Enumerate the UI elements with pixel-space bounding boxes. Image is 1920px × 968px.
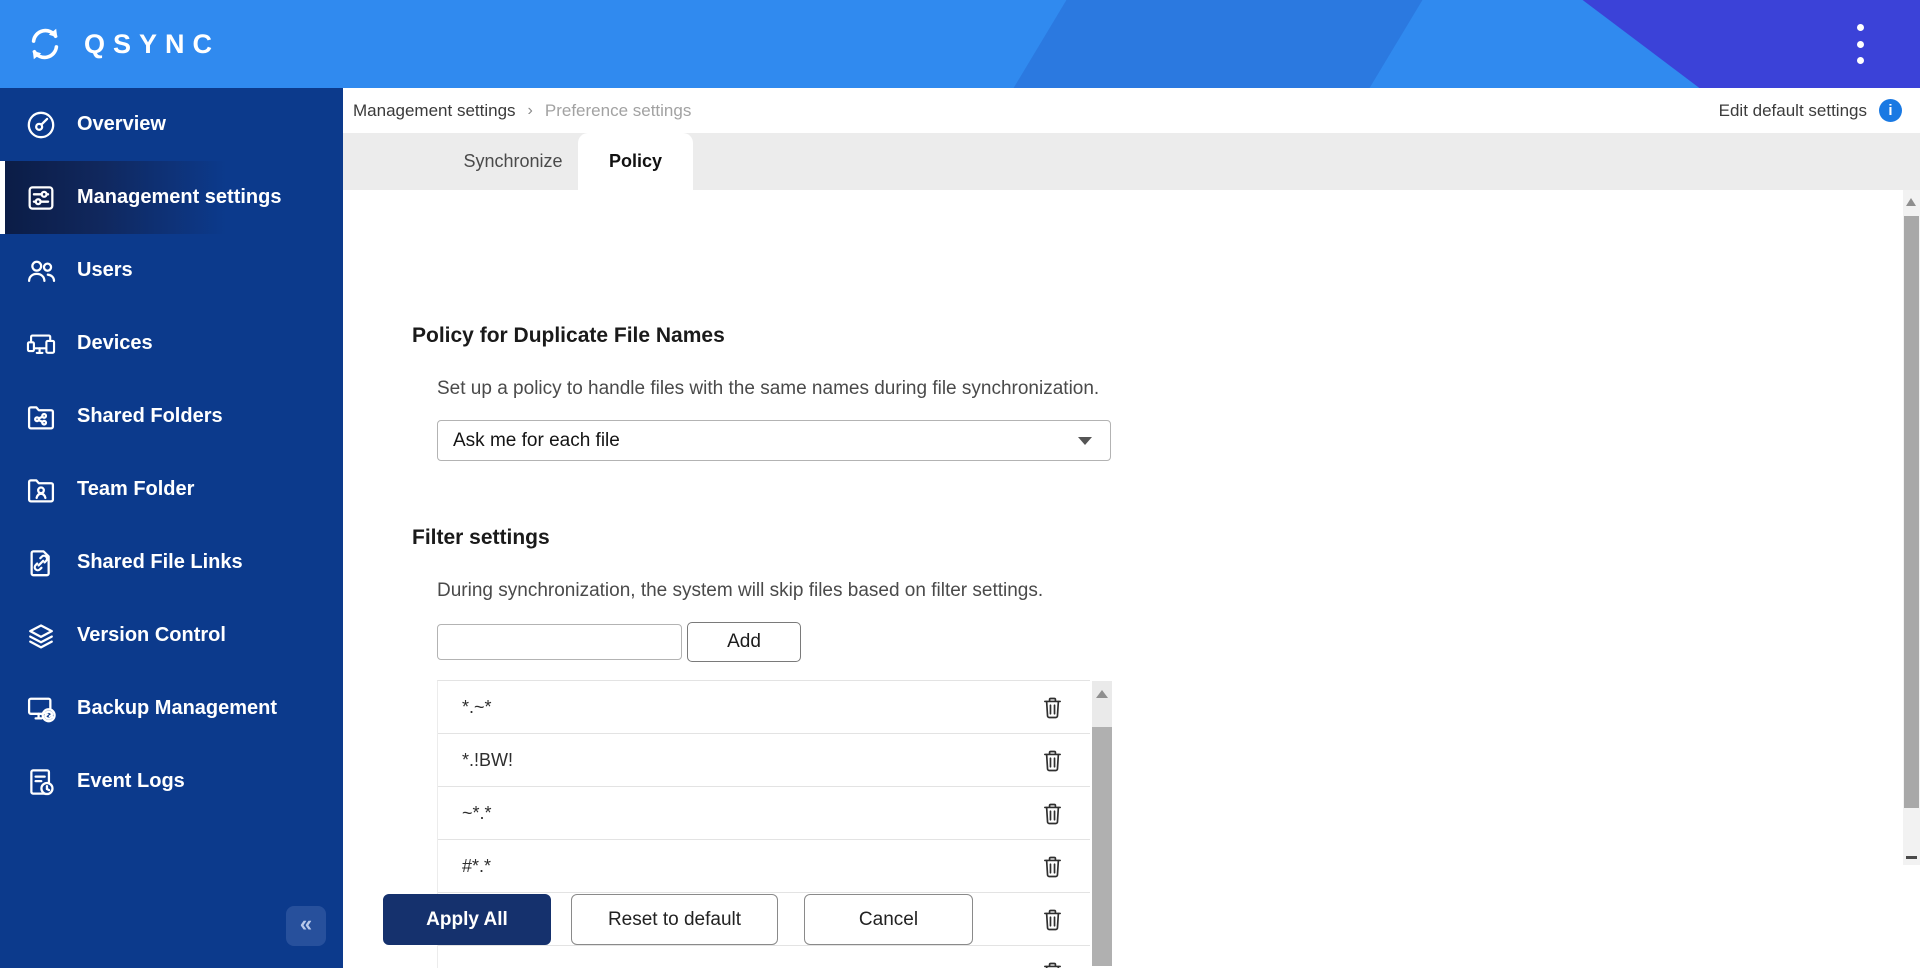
filter-settings-description: During synchronization, the system will … [437, 580, 1044, 601]
delete-filter-button[interactable] [1039, 747, 1066, 774]
scroll-up-icon[interactable] [1096, 690, 1108, 698]
layers-icon [24, 619, 58, 653]
cancel-button[interactable]: Cancel [804, 894, 973, 945]
sidebar-item-label: Users [77, 259, 133, 281]
qsync-window: QSYNC Overview Management settings Users… [0, 0, 1920, 968]
sidebar-item-overview[interactable]: Overview [0, 88, 343, 161]
info-icon[interactable]: i [1879, 99, 1902, 122]
breadcrumb-preference-settings: Preference settings [544, 100, 692, 120]
event-log-icon [24, 765, 58, 799]
page-scrollbar-thumb[interactable] [1904, 216, 1919, 808]
shared-folder-icon [24, 400, 58, 434]
sidebar-item-label: Version Control [77, 624, 226, 646]
app-logo: QSYNC [26, 0, 220, 88]
sidebar-collapse-button[interactable]: « [286, 906, 326, 946]
filter-row: *.!BW! [438, 734, 1090, 787]
gauge-icon [24, 108, 58, 142]
edit-default-settings-link[interactable]: Edit default settings [1719, 101, 1867, 121]
sidebar-item-label: Shared File Links [77, 551, 243, 573]
kebab-menu-button[interactable] [1850, 24, 1870, 64]
filter-row: ~*.* [438, 787, 1090, 840]
chevron-down-icon [1078, 436, 1092, 445]
duplicate-policy-title: Policy for Duplicate File Names [412, 324, 725, 347]
reset-to-default-button[interactable]: Reset to default [571, 894, 778, 945]
team-folder-icon [24, 473, 58, 507]
sidebar: Overview Management settings Users Devic… [0, 88, 343, 968]
filter-pattern: *.!BW! [462, 749, 514, 770]
filter-pattern: *.~* [462, 696, 492, 717]
sidebar-item-management-settings[interactable]: Management settings [0, 161, 343, 234]
apply-all-button[interactable]: Apply All [383, 894, 551, 945]
users-icon [24, 254, 58, 288]
main-panel: Management settings › Preference setting… [343, 88, 1920, 968]
sidebar-item-label: Management settings [77, 186, 282, 208]
sliders-icon [24, 181, 58, 215]
sidebar-item-label: Team Folder [77, 478, 195, 500]
delete-filter-button[interactable] [1039, 694, 1066, 721]
tab-bar: Synchronize Policy [343, 133, 1920, 190]
sidebar-item-shared-file-links[interactable]: Shared File Links [0, 526, 343, 599]
sidebar-item-label: Backup Management [77, 697, 278, 719]
breadcrumb-bar: Management settings › Preference setting… [343, 88, 1920, 133]
file-link-icon [24, 546, 58, 580]
filter-pattern-input[interactable] [437, 624, 682, 660]
filter-settings-title: Filter settings [412, 526, 550, 549]
scrollbar-end-mark [1906, 856, 1917, 859]
sidebar-item-label: Overview [77, 113, 166, 135]
sidebar-item-event-logs[interactable]: Event Logs [0, 745, 343, 818]
devices-icon [24, 327, 58, 361]
policy-tab-content: Policy for Duplicate File Names Set up a… [343, 190, 1920, 968]
filter-row: #*.* [438, 840, 1090, 893]
delete-filter-button[interactable] [1039, 800, 1066, 827]
sidebar-item-version-control[interactable]: Version Control [0, 599, 343, 672]
chevron-right-icon: › [527, 101, 533, 119]
app-title: QSYNC [84, 28, 221, 59]
filter-pattern: ~*.* [462, 802, 492, 823]
breadcrumb-management-settings[interactable]: Management settings [353, 101, 516, 121]
tab-policy[interactable]: Policy [578, 133, 693, 190]
sidebar-item-devices[interactable]: Devices [0, 307, 343, 380]
sidebar-item-label: Event Logs [77, 770, 185, 792]
filter-list-scrollbar[interactable] [1092, 681, 1112, 966]
sidebar-item-shared-folders[interactable]: Shared Folders [0, 380, 343, 453]
scroll-up-icon[interactable] [1906, 198, 1916, 206]
delete-filter-button[interactable] [1039, 853, 1066, 880]
filter-row: *.~* [438, 681, 1090, 734]
breadcrumb: Management settings › Preference setting… [343, 101, 691, 121]
duplicate-policy-description: Set up a policy to handle files with the… [437, 378, 1100, 399]
duplicate-policy-dropdown[interactable]: Ask me for each file [437, 420, 1111, 461]
filter-pattern: #*.* [462, 855, 492, 876]
dropdown-selected-value: Ask me for each file [453, 429, 620, 451]
page-scrollbar[interactable] [1903, 190, 1920, 865]
sync-logo-icon [26, 25, 64, 63]
sidebar-item-backup-management[interactable]: Backup Management [0, 672, 343, 745]
sidebar-item-team-folder[interactable]: Team Folder [0, 453, 343, 526]
footer-buttons: Apply All Reset to default Cancel [383, 894, 973, 945]
delete-filter-button[interactable] [1039, 959, 1066, 968]
delete-filter-button[interactable] [1039, 906, 1066, 933]
filter-list-scrollbar-thumb[interactable] [1092, 727, 1112, 966]
sidebar-item-users[interactable]: Users [0, 234, 343, 307]
add-filter-button[interactable]: Add [687, 622, 801, 662]
filter-row-partial [438, 946, 1090, 968]
sidebar-item-label: Shared Folders [77, 405, 223, 427]
sidebar-item-label: Devices [77, 332, 153, 354]
backup-icon [24, 692, 58, 726]
app-header: QSYNC [0, 0, 1920, 88]
header-diagonal-band [1013, 0, 1423, 88]
